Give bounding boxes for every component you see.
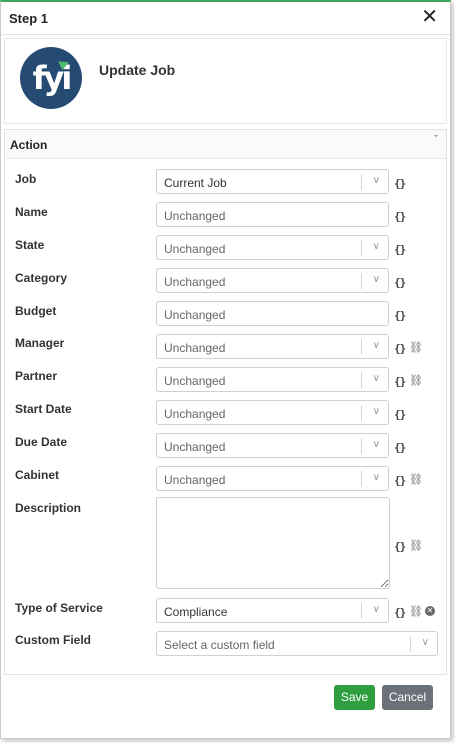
unlink-icon[interactable]: ⛓ [409,605,423,618]
braces-icon[interactable]: {} [394,375,406,388]
dialog-titlebar: Step 1 ✕ [1,2,450,35]
dialog: Step 1 ✕ fyi Update Job Action ˇ Job Cur… [0,0,451,739]
chevron-down-icon[interactable]: ∨ [373,406,380,417]
section-title: Action [10,138,48,152]
job-select[interactable]: Current Job ∨ [156,169,389,194]
cabinet-select[interactable]: Unchanged ∨ [156,466,389,491]
braces-icon[interactable]: {} [394,342,406,355]
save-button[interactable]: Save [334,685,375,710]
description-label: Description [15,501,82,515]
divider [361,339,362,355]
unlink-icon[interactable]: ⛓ [409,341,423,354]
close-icon[interactable]: ✕ [421,6,438,28]
braces-icon[interactable]: {} [394,177,406,190]
braces-icon[interactable]: {} [394,408,406,421]
partner-select[interactable]: Unchanged ∨ [156,367,389,392]
clear-icon[interactable]: ✕ [425,606,435,616]
chevron-down-icon[interactable]: ∨ [373,604,380,615]
braces-icon[interactable]: {} [394,441,406,454]
partner-label: Partner [15,369,58,383]
due-date-value: Unchanged [164,440,226,454]
braces-icon[interactable]: {} [394,540,406,553]
partner-value: Unchanged [164,374,226,388]
header-panel: fyi Update Job [4,38,447,124]
braces-icon[interactable]: {} [394,210,406,223]
job-label: Job [15,172,37,186]
budget-value: Unchanged [164,308,226,322]
cabinet-value: Unchanged [164,473,226,487]
category-select[interactable]: Unchanged ∨ [156,268,389,293]
custom-field-select[interactable]: Select a custom field ∨ [156,631,438,656]
unlink-icon[interactable]: ⛓ [409,473,423,486]
state-value: Unchanged [164,242,226,256]
custom-field-placeholder: Select a custom field [164,638,275,652]
braces-icon[interactable]: {} [394,243,406,256]
chevron-down-icon[interactable]: ∨ [373,241,380,252]
manager-value: Unchanged [164,341,226,355]
divider [361,405,362,421]
divider [410,636,411,652]
type-of-service-value: Compliance [164,605,228,619]
unlink-icon[interactable]: ⛓ [409,374,423,387]
budget-label: Budget [15,304,57,318]
custom-field-label: Custom Field [15,633,92,647]
description-textarea[interactable] [156,497,390,589]
type-of-service-select[interactable]: Compliance ∨ [156,598,389,623]
logo-text: fyi [32,59,73,97]
braces-icon[interactable]: {} [394,606,406,619]
chevron-down-icon[interactable]: ˇ [434,134,438,146]
divider [361,603,362,619]
chevron-down-icon[interactable]: ∨ [373,175,380,186]
chevron-down-icon[interactable]: ∨ [373,340,380,351]
header-title: Update Job [99,62,176,78]
type-of-service-label: Type of Service [15,601,103,615]
dialog-title: Step 1 [9,11,49,26]
job-value: Current Job [164,176,227,190]
divider [361,471,362,487]
manager-select[interactable]: Unchanged ∨ [156,334,389,359]
braces-icon[interactable]: {} [394,309,406,322]
manager-label: Manager [15,336,65,350]
braces-icon[interactable]: {} [394,474,406,487]
name-value: Unchanged [164,209,226,223]
name-label: Name [15,205,48,219]
unlink-icon[interactable]: ⛓ [409,539,423,552]
cabinet-label: Cabinet [15,468,60,482]
divider [361,273,362,289]
chevron-down-icon[interactable]: ∨ [373,439,380,450]
chevron-down-icon[interactable]: ∨ [422,637,429,648]
start-date-value: Unchanged [164,407,226,421]
start-date-select[interactable]: Unchanged ∨ [156,400,389,425]
action-section-header[interactable]: Action ˇ [5,130,446,159]
due-date-select[interactable]: Unchanged ∨ [156,433,389,458]
chevron-down-icon[interactable]: ∨ [373,373,380,384]
divider [361,372,362,388]
category-value: Unchanged [164,275,226,289]
fyi-logo: fyi [20,47,82,109]
budget-input[interactable]: Unchanged [156,301,389,326]
chevron-down-icon[interactable]: ∨ [373,274,380,285]
category-label: Category [15,271,68,285]
due-date-label: Due Date [15,435,68,449]
cancel-button[interactable]: Cancel [382,685,433,710]
chevron-down-icon[interactable]: ∨ [373,472,380,483]
divider [361,438,362,454]
state-select[interactable]: Unchanged ∨ [156,235,389,260]
braces-icon[interactable]: {} [394,276,406,289]
divider [361,240,362,256]
state-label: State [15,238,45,252]
name-input[interactable]: Unchanged [156,202,389,227]
start-date-label: Start Date [15,402,72,416]
divider [361,174,362,190]
